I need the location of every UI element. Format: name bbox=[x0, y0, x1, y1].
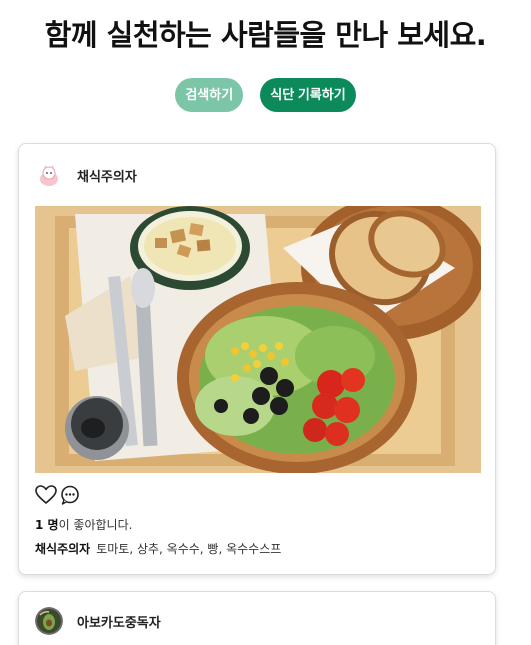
action-bar: 검색하기 식단 기록하기 bbox=[0, 78, 531, 112]
page-title: 함께 실천하는 사람들을 만나 보세요. bbox=[44, 18, 487, 52]
post-card: 채식주의자 1 명이 좋아합니다. 채식주의자 토마토, 상추, 옥수수, 빵,… bbox=[18, 143, 496, 575]
post-caption: 채식주의자 토마토, 상추, 옥수수, 빵, 옥수수스프 bbox=[35, 540, 281, 557]
post-username[interactable]: 채식주의자 bbox=[77, 166, 137, 185]
caption-author[interactable]: 채식주의자 bbox=[35, 542, 90, 556]
post-username[interactable]: 아보카도중독자 bbox=[77, 612, 161, 631]
post-card: 아보카도중독자 bbox=[18, 591, 496, 645]
likes-count: 1 명 bbox=[35, 518, 59, 532]
search-button[interactable]: 검색하기 bbox=[175, 78, 244, 112]
comment-icon[interactable] bbox=[59, 484, 81, 506]
post-header: 채식주의자 bbox=[35, 161, 137, 189]
post-header: 아보카도중독자 bbox=[35, 607, 161, 635]
likes-suffix: 이 좋아합니다. bbox=[58, 518, 133, 532]
avatar[interactable] bbox=[35, 161, 63, 189]
likes-text: 1 명이 좋아합니다. bbox=[35, 516, 132, 533]
post-photo[interactable] bbox=[35, 206, 481, 473]
food-photo-illustration bbox=[35, 206, 481, 473]
post-actions bbox=[35, 484, 81, 506]
caption-text: 토마토, 상추, 옥수수, 빵, 옥수수스프 bbox=[96, 542, 282, 556]
heart-icon[interactable] bbox=[35, 485, 57, 505]
log-meal-button[interactable]: 식단 기록하기 bbox=[260, 78, 356, 112]
avatar[interactable] bbox=[35, 607, 63, 635]
